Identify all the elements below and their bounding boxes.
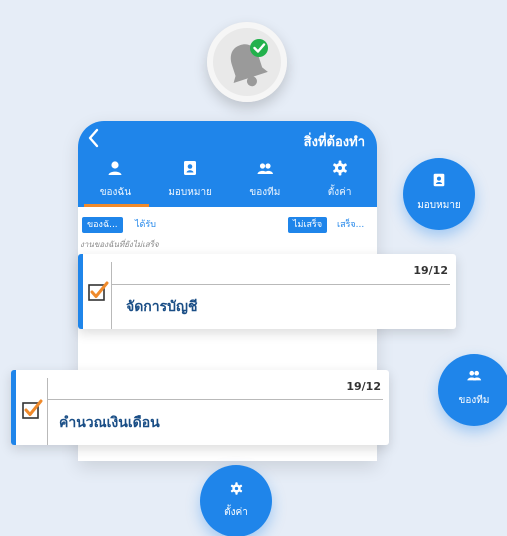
tab-bar: ของฉัน มอบหมาย ของทีม ตั้งค่า [78, 157, 377, 207]
gear-icon [230, 482, 242, 495]
app-header: สิ่งที่ต้องทำ ของฉัน มอบหมาย ของทีม ตั้ง… [78, 121, 377, 207]
check-badge-icon [250, 39, 268, 57]
tab-label: มอบหมาย [168, 187, 212, 198]
back-arrow-icon[interactable] [86, 127, 102, 149]
fab-label: มอบหมาย [417, 200, 461, 211]
filter-mine-chip[interactable]: ของฉั... [82, 217, 123, 233]
card-accent-stripe [78, 254, 83, 329]
tab-label: ของฉัน [99, 187, 132, 198]
task-card[interactable]: 19/12 จัดการบัญชี [78, 254, 456, 329]
card-accent-stripe [11, 370, 16, 445]
contact-badge-icon [184, 161, 197, 175]
card-divider [111, 284, 450, 285]
assign-fab-button[interactable]: มอบหมาย [403, 158, 475, 230]
tab-label: ของทีม [249, 187, 281, 198]
tab-mine[interactable]: ของฉัน [78, 157, 153, 207]
tab-assign[interactable]: มอบหมาย [153, 157, 228, 207]
card-divider [47, 399, 383, 400]
gear-icon [332, 160, 347, 176]
fab-label: ตั้งค่า [224, 507, 248, 518]
filter-received-chip[interactable]: ได้รับ [130, 217, 161, 233]
team-fab-button[interactable]: ของทีม [438, 354, 507, 426]
tab-team[interactable]: ของทีม [228, 157, 303, 207]
notification-bell-badge [207, 22, 287, 102]
task-card[interactable]: 19/12 คำนวณเงินเดือน [11, 370, 389, 445]
list-hint: งานของฉันที่ยังไม่เสร็จ [80, 240, 159, 249]
task-title: คำนวณเงินเดือน [59, 415, 160, 431]
bell-icon [230, 39, 268, 87]
checkbox-checked-icon[interactable] [87, 279, 111, 303]
card-divider [111, 262, 112, 329]
task-date: 19/12 [346, 380, 381, 393]
group-icon [467, 370, 482, 381]
tab-settings[interactable]: ตั้งค่า [302, 157, 377, 207]
task-title: จัดการบัญชี [126, 299, 198, 315]
card-divider [47, 378, 48, 445]
contact-badge-icon [433, 173, 445, 187]
person-icon [108, 161, 122, 175]
settings-fab-button[interactable]: ตั้งค่า [200, 465, 272, 536]
filter-not-done-chip[interactable]: ไม่เสร็จ [288, 217, 328, 233]
fab-label: ของทีม [458, 395, 490, 406]
tab-label: ตั้งค่า [327, 187, 352, 198]
page-title: สิ่งที่ต้องทำ [303, 135, 365, 150]
filter-done-chip[interactable]: เสร็จ... [332, 217, 369, 233]
group-icon [257, 163, 273, 174]
filter-row: ของฉั... ได้รับ ไม่เสร็จ เสร็จ... [78, 217, 377, 235]
checkbox-checked-icon[interactable] [21, 397, 45, 421]
task-date: 19/12 [413, 264, 448, 277]
